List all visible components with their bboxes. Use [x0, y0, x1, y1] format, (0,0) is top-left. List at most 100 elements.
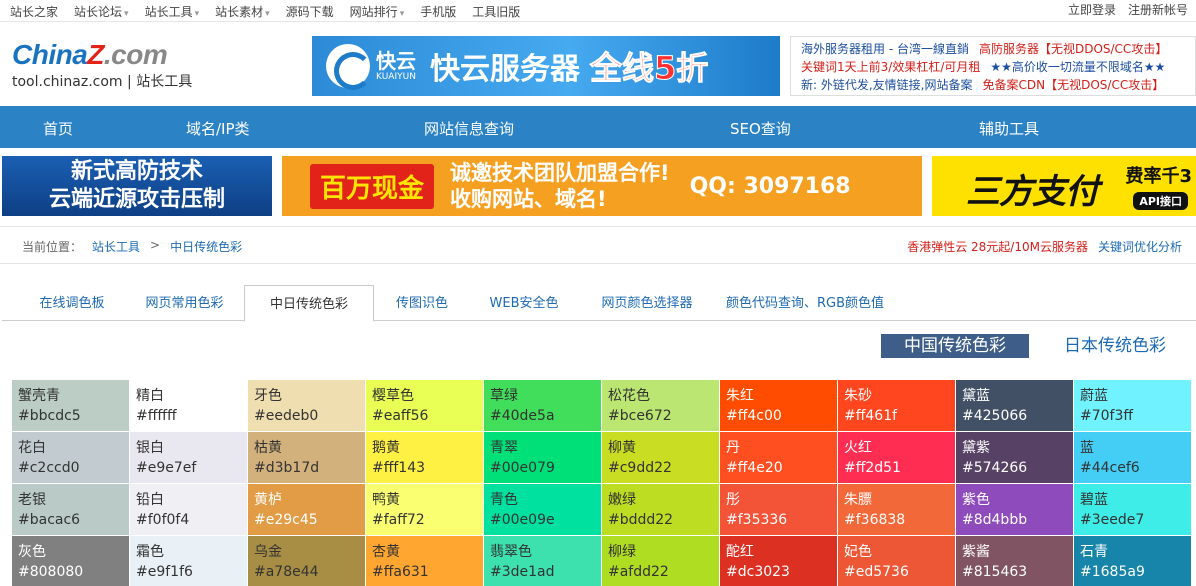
tab-online-palette[interactable]: 在线调色板	[22, 285, 122, 321]
breadcrumb-current[interactable]: 中日传统色彩	[170, 238, 242, 255]
color-swatch[interactable]: 乌金 #a78e44	[248, 536, 366, 586]
color-name: 老银	[18, 492, 46, 508]
header: ChinaZ.com tool.chinaz.com | 站长工具 快云 KUA…	[0, 22, 1196, 106]
color-swatch[interactable]: 紫酱 #815463	[956, 536, 1074, 586]
text-ad-link[interactable]: 海外服务器租用 - 台湾一線直銷	[801, 40, 969, 58]
color-swatch[interactable]: 妃色 #ed5736	[838, 536, 956, 586]
text-ad-link[interactable]: 关键词1天上前3/效果杠杠/可月租	[801, 58, 980, 76]
color-swatch[interactable]: 朱砂 #ff461f	[838, 380, 956, 432]
color-swatch[interactable]: 青色 #00e09e	[484, 484, 602, 536]
color-swatch[interactable]: 石青 #1685a9	[1074, 536, 1192, 586]
top-link-source[interactable]: 源码下载	[286, 3, 334, 20]
color-name: 花白	[18, 440, 46, 456]
top-link-mobile[interactable]: 手机版	[420, 3, 456, 20]
top-link-assets[interactable]: 站长素材	[215, 3, 270, 20]
color-swatch[interactable]: 蓝 #44cef6	[1074, 432, 1192, 484]
color-swatch[interactable]: 嫩绿 #bddd22	[602, 484, 720, 536]
chinese-colors-toggle[interactable]: 中国传统色彩	[881, 334, 1029, 358]
color-name: 嫩绿	[608, 492, 636, 508]
color-swatch[interactable]: 碧蓝 #3eede7	[1074, 484, 1192, 536]
color-swatch[interactable]: 青翠 #00e079	[484, 432, 602, 484]
ddos-banner[interactable]: 新式高防技术 云端近源攻击压制	[2, 156, 272, 216]
color-name: 蟹壳青	[18, 388, 60, 404]
top-link-rank[interactable]: 网站排行	[350, 3, 405, 20]
color-swatch[interactable]: 杏黄 #ffa631	[366, 536, 484, 586]
text-ad-link[interactable]: 新: 外链代发,友情链接,网站备案	[801, 76, 973, 94]
color-hex: #ffa631	[372, 564, 429, 580]
text-ad-link[interactable]: 高防服务器【无视DDOS/CC攻击】	[979, 40, 1167, 58]
text-ad-link[interactable]: 免备案CDN【无视DOS/CC攻击】	[983, 76, 1165, 94]
color-swatch[interactable]: 火红 #ff2d51	[838, 432, 956, 484]
color-swatch[interactable]: 朱膘 #f36838	[838, 484, 956, 536]
tab-cn-jp-colors[interactable]: 中日传统色彩	[244, 285, 374, 322]
color-swatch[interactable]: 蔚蓝 #70f3ff	[1074, 380, 1192, 432]
color-name: 朱砂	[844, 388, 872, 404]
top-link-chinaz[interactable]: 站长之家	[10, 3, 58, 20]
tab-web-safe[interactable]: WEB安全色	[474, 285, 574, 321]
payment-banner[interactable]: 三方支付 费率千3 API接口	[932, 156, 1196, 216]
nav-domain-ip[interactable]: 域名/IP类	[186, 118, 250, 139]
recruit-banner[interactable]: 百万现金 诚邀技术团队加盟合作! 收购网站、域名! QQ: 3097168	[282, 156, 922, 216]
nav-home[interactable]: 首页	[43, 118, 73, 139]
tab-color-picker[interactable]: 网页颜色选择器	[588, 285, 706, 321]
color-swatch[interactable]: 铅白 #f0f0f4	[130, 484, 248, 536]
color-swatch[interactable]: 草绿 #40de5a	[484, 380, 602, 432]
color-hex: #00e09e	[490, 512, 555, 528]
color-swatch[interactable]: 老银 #bacac6	[12, 484, 130, 536]
color-hex: #d3b17d	[254, 460, 320, 476]
tab-color-code-query[interactable]: 颜色代码查询、RGB颜色值	[720, 285, 890, 321]
color-swatch[interactable]: 黄栌 #e29c45	[248, 484, 366, 536]
color-name: 松花色	[608, 388, 650, 404]
color-swatch[interactable]: 柳黄 #c9dd22	[602, 432, 720, 484]
color-swatch[interactable]: 枯黄 #d3b17d	[248, 432, 366, 484]
color-swatch[interactable]: 彤 #f35336	[720, 484, 838, 536]
japanese-colors-toggle[interactable]: 日本传统色彩	[1064, 334, 1166, 358]
color-swatch[interactable]: 牙色 #eedeb0	[248, 380, 366, 432]
color-swatch[interactable]: 樱草色 #eaff56	[366, 380, 484, 432]
breadcrumb-ad-seo[interactable]: 关键词优化分析	[1098, 238, 1182, 255]
top-links: 站长之家 站长论坛 站长工具 站长素材 源码下载 网站排行 手机版 工具旧版	[10, 3, 536, 20]
kuaiyun-banner[interactable]: 快云 KUAIYUN 快云服务器 全线5折	[312, 36, 780, 96]
site-logo[interactable]: ChinaZ.com tool.chinaz.com | 站长工具	[12, 40, 192, 91]
color-swatch[interactable]: 酡红 #dc3023	[720, 536, 838, 586]
nav-seo[interactable]: SEO查询	[730, 118, 791, 139]
color-hex: #3eede7	[1080, 512, 1145, 528]
color-swatch[interactable]: 黛紫 #574266	[956, 432, 1074, 484]
color-swatch[interactable]: 黛蓝 #425066	[956, 380, 1074, 432]
color-swatch[interactable]: 灰色 #808080	[12, 536, 130, 586]
breadcrumb-tools-link[interactable]: 站长工具	[92, 238, 140, 255]
color-swatch[interactable]: 紫色 #8d4bbb	[956, 484, 1074, 536]
nav-site-info[interactable]: 网站信息查询	[424, 118, 514, 139]
color-swatch[interactable]: 翡翠色 #3de1ad	[484, 536, 602, 586]
color-hex: #ff461f	[844, 408, 898, 424]
tab-image-color-pick[interactable]: 传图识色	[382, 285, 462, 321]
top-link-tools[interactable]: 站长工具	[145, 3, 200, 20]
color-swatch[interactable]: 朱红 #ff4c00	[720, 380, 838, 432]
color-swatch[interactable]: 花白 #c2ccd0	[12, 432, 130, 484]
color-hex: #f0f0f4	[136, 512, 190, 528]
nav-aux-tools[interactable]: 辅助工具	[979, 118, 1039, 139]
color-name: 朱红	[726, 388, 754, 404]
kuaiyun-slogan: 快云服务器	[430, 52, 580, 87]
register-link[interactable]: 注册新帐号	[1128, 1, 1188, 18]
color-swatch[interactable]: 松花色 #bce672	[602, 380, 720, 432]
color-swatch[interactable]: 银白 #e9e7ef	[130, 432, 248, 484]
recruit-qq: QQ: 3097168	[689, 173, 851, 199]
color-hex: #e9f1f6	[136, 564, 193, 580]
color-hex: #f35336	[726, 512, 788, 528]
color-swatch[interactable]: 蟹壳青 #bbcdc5	[12, 380, 130, 432]
top-link-forum[interactable]: 站长论坛	[74, 3, 129, 20]
color-name: 乌金	[254, 544, 282, 560]
breadcrumb-ad-cloud[interactable]: 香港弹性云 28元起/10M云服务器	[907, 238, 1088, 255]
color-swatch[interactable]: 丹 #ff4e20	[720, 432, 838, 484]
text-ad-link[interactable]: ★★高价收一切流量不限域名★★	[990, 58, 1165, 76]
color-hex: #a78e44	[254, 564, 319, 580]
color-swatch[interactable]: 精白 #ffffff	[130, 380, 248, 432]
color-swatch[interactable]: 柳绿 #afdd22	[602, 536, 720, 586]
top-link-old-version[interactable]: 工具旧版	[472, 3, 520, 20]
tab-common-colors[interactable]: 网页常用色彩	[132, 285, 237, 321]
color-swatch[interactable]: 霜色 #e9f1f6	[130, 536, 248, 586]
color-swatch[interactable]: 鹅黄 #fff143	[366, 432, 484, 484]
login-link[interactable]: 立即登录	[1068, 1, 1116, 18]
color-swatch[interactable]: 鸭黄 #faff72	[366, 484, 484, 536]
